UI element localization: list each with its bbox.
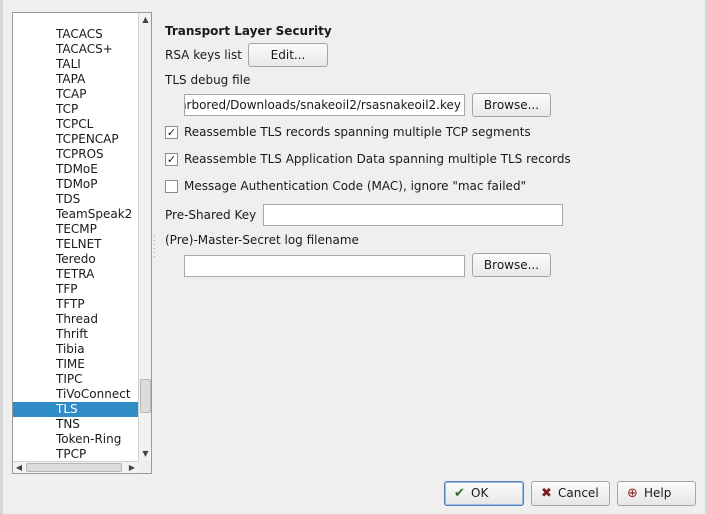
protocol-list-item[interactable]: TLS [13, 402, 138, 417]
debug-file-browse-button[interactable]: Browse... [472, 93, 551, 117]
mac-ignore-checkbox[interactable] [165, 180, 178, 193]
protocol-tree-items: TACACS TACACS+ TALI TAPA TCAP TCP TCPCL TCPENCA… [13, 13, 138, 461]
debug-file-label: TLS debug file [165, 73, 251, 87]
cancel-button[interactable]: ✖ Cancel [531, 481, 610, 506]
psk-label: Pre-Shared Key [165, 208, 257, 222]
protocol-list-item[interactable]: TCPROS [13, 147, 138, 162]
debug-file-value: /home/unclecrmrbored/Downloads/snakeoil2… [185, 98, 461, 112]
protocol-list-item[interactable]: TDMoP [13, 177, 138, 192]
protocol-list-item[interactable]: TDMoE [13, 162, 138, 177]
protocol-list-item[interactable]: TCAP [13, 87, 138, 102]
scroll-right-arrow-icon[interactable]: ▶ [126, 462, 138, 473]
horizontal-scrollbar[interactable]: ◀ ▶ [13, 461, 138, 473]
scroll-up-arrow-icon[interactable]: ▲ [139, 13, 151, 27]
reassemble-appdata-label: Reassemble TLS Application Data spanning… [184, 152, 571, 166]
edit-rsa-keys-button[interactable]: Edit... [248, 43, 328, 67]
protocol-list-item[interactable]: TPCP [13, 447, 138, 461]
master-secret-label: (Pre)-Master-Secret log filename [165, 233, 359, 247]
protocol-list-item[interactable]: TFTP [13, 297, 138, 312]
pane-splitter[interactable] [153, 12, 156, 474]
protocol-list-item[interactable]: Token-Ring [13, 432, 138, 447]
protocol-list-item[interactable]: TNS [13, 417, 138, 432]
protocol-list-item[interactable]: TDS [13, 192, 138, 207]
protocol-list-item[interactable]: Thread [13, 312, 138, 327]
horizontal-scroll-thumb[interactable] [26, 463, 122, 472]
scroll-down-arrow-icon[interactable]: ▼ [139, 447, 151, 461]
protocol-list-item[interactable]: TACACS+ [13, 42, 138, 57]
section-title: Transport Layer Security [165, 24, 332, 38]
ok-button[interactable]: ✔ OK [444, 481, 524, 506]
vertical-scrollbar[interactable]: ▲ ▼ [138, 13, 151, 461]
protocol-list-item[interactable]: TALI [13, 57, 138, 72]
help-button-label: Help [644, 486, 672, 500]
master-secret-browse-button[interactable]: Browse... [472, 253, 551, 277]
window-edge-left [0, 0, 3, 514]
protocol-list-item[interactable]: Tibia [13, 342, 138, 357]
protocol-list-item[interactable]: TELNET [13, 237, 138, 252]
protocol-list-item[interactable]: Thrift [13, 327, 138, 342]
protocol-list-item[interactable]: TeamSpeak2 [13, 207, 138, 222]
protocol-list-item[interactable]: TECMP [13, 222, 138, 237]
protocol-list-item[interactable]: TACACS [13, 27, 138, 42]
cancel-button-label: Cancel [558, 486, 599, 500]
protocol-list-item[interactable]: TAPA [13, 72, 138, 87]
protocol-list-item[interactable]: TCPCL [13, 117, 138, 132]
master-secret-input[interactable] [184, 255, 465, 277]
scroll-left-arrow-icon[interactable]: ◀ [13, 462, 25, 473]
cancel-icon: ✖ [541, 486, 552, 501]
protocol-list-item[interactable]: Teredo [13, 252, 138, 267]
scroll-corner [138, 461, 151, 473]
rsa-keys-label: RSA keys list [165, 48, 242, 62]
ok-button-label: OK [471, 486, 489, 500]
mac-ignore-label: Message Authentication Code (MAC), ignor… [184, 179, 527, 193]
protocol-list-item[interactable]: TiVoConnect [13, 387, 138, 402]
protocol-list-item[interactable]: TETRA [13, 267, 138, 282]
protocol-list-item[interactable]: TIPC [13, 372, 138, 387]
protocol-list-item[interactable]: TCPENCAP [13, 132, 138, 147]
reassemble-tcp-checkbox[interactable]: ✓ [165, 126, 178, 139]
protocol-list-item[interactable]: TFP [13, 282, 138, 297]
help-button[interactable]: ⊕ Help [617, 481, 696, 506]
checkmark-icon: ✔ [454, 486, 465, 501]
debug-file-input[interactable]: /home/unclecrmrbored/Downloads/snakeoil2… [184, 94, 465, 116]
lifebuoy-icon: ⊕ [627, 486, 638, 501]
reassemble-appdata-checkbox[interactable]: ✓ [165, 153, 178, 166]
reassemble-tcp-label: Reassemble TLS records spanning multiple… [184, 125, 531, 139]
protocol-tree[interactable]: TACACS TACACS+ TALI TAPA TCAP TCP TCPCL TCPENCA… [12, 12, 152, 474]
protocol-list-item[interactable]: TCP [13, 102, 138, 117]
protocol-list-item[interactable]: TIME [13, 357, 138, 372]
psk-input[interactable] [263, 204, 563, 226]
vertical-scroll-thumb[interactable] [140, 379, 151, 413]
